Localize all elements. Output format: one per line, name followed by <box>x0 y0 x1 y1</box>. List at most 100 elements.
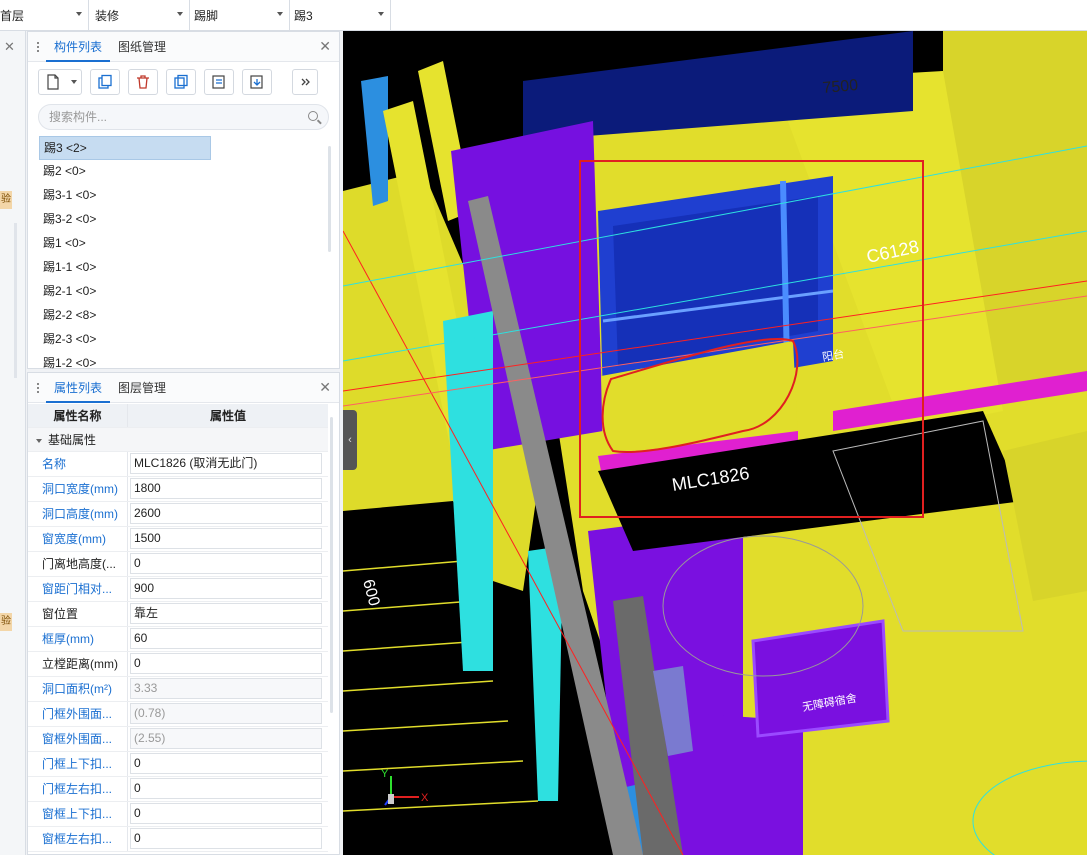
more-icon <box>301 78 310 86</box>
property-value-cell: 900 <box>128 577 328 601</box>
category-dropdown[interactable]: 装修 <box>89 0 190 31</box>
close-icon[interactable]: ✕ <box>319 39 331 53</box>
chevron-down-icon <box>71 80 77 84</box>
tab-component-list[interactable]: 构件列表 <box>46 32 111 62</box>
property-value-field[interactable]: 0 <box>130 553 322 574</box>
property-value-field[interactable]: 0 <box>130 778 322 799</box>
list-item[interactable]: 踢1-1 <0> <box>39 256 211 280</box>
property-row: 洞口宽度(mm) 1800 <box>28 477 328 502</box>
property-value-field[interactable]: 0 <box>130 653 322 674</box>
property-row: 门框左右扣... 0 <box>28 777 328 802</box>
component-toolbar <box>28 62 339 102</box>
drag-handle-icon[interactable] <box>28 41 46 52</box>
tab-drawing-management[interactable]: 图纸管理 <box>110 32 174 62</box>
side-scrollbar[interactable] <box>14 223 17 378</box>
property-value-field[interactable]: 1800 <box>130 478 322 499</box>
chevron-left-icon: ‹ <box>348 434 352 446</box>
property-row: 窗框左右扣... 0 <box>28 827 328 852</box>
property-value-cell: (2.55) <box>128 727 328 751</box>
top-toolbar: 首层 装修 踢脚 踢3 <box>0 0 1087 31</box>
property-name: 窗框外围面... <box>28 727 128 751</box>
list-item[interactable]: 踢2 <0> <box>39 160 211 184</box>
side-tab-1[interactable]: 验 <box>0 191 12 209</box>
property-value-cell: 1500 <box>128 527 328 551</box>
close-icon[interactable]: ✕ <box>4 39 15 55</box>
property-name: 立樘距离(mm) <box>28 652 128 676</box>
tab-layer-management[interactable]: 图层管理 <box>110 373 174 403</box>
import-button[interactable] <box>242 69 272 95</box>
property-value-field[interactable]: 60 <box>130 628 322 649</box>
axis-y-label: Y <box>381 768 389 780</box>
property-value-field[interactable]: 0 <box>130 828 322 849</box>
property-name: 门框上下扣... <box>28 752 128 776</box>
property-name: 窗位置 <box>28 602 128 626</box>
property-name: 窗框上下扣... <box>28 802 128 826</box>
floor-dropdown-label: 首层 <box>0 9 25 23</box>
dimension-top-label: 7500 <box>822 77 859 97</box>
property-value-field[interactable]: 900 <box>130 578 322 599</box>
list-item[interactable]: 踢3 <2> <box>39 136 211 160</box>
floor-dropdown[interactable]: 首层 <box>0 0 89 31</box>
layer-copy-icon <box>212 75 225 89</box>
list-item[interactable]: 踢2-1 <0> <box>39 280 211 304</box>
property-value-field: (2.55) <box>130 728 322 749</box>
component-list: 踢3 <2> 踢2 <0> 踢3-1 <0> 踢3-2 <0> 踢1 <0> 踢1-1 <… <box>39 136 329 376</box>
property-value-field[interactable]: 0 <box>130 753 322 774</box>
search-input[interactable] <box>49 110 289 124</box>
duplicate-button[interactable] <box>166 69 196 95</box>
search-icon[interactable] <box>308 111 318 121</box>
side-tab-2[interactable]: 验 <box>0 613 12 631</box>
property-value-cell: 0 <box>128 777 328 801</box>
tab-property-list[interactable]: 属性列表 <box>46 373 111 403</box>
property-value-cell: 靠左 <box>128 602 328 626</box>
list-item[interactable]: 踢1 <0> <box>39 232 211 256</box>
property-panel: 属性列表 图层管理 ✕ 属性名称 属性值 基础属性 名称 MLC1826 (取消无… <box>27 372 340 855</box>
list-item[interactable]: 踢2-2 <8> <box>39 304 211 328</box>
property-row: 窗框上下扣... 0 <box>28 802 328 827</box>
property-value-field[interactable]: MLC1826 (取消无此门) <box>130 453 322 474</box>
property-name: 洞口高度(mm) <box>28 502 128 526</box>
property-value-field[interactable]: 靠左 <box>130 603 322 624</box>
chevron-down-icon <box>277 12 283 16</box>
property-value-cell: (0.78) <box>128 702 328 726</box>
chevron-down-icon <box>177 12 183 16</box>
property-name: 门框左右扣... <box>28 777 128 801</box>
property-name: 窗框左右扣... <box>28 827 128 851</box>
delete-button[interactable] <box>128 69 158 95</box>
close-icon[interactable]: ✕ <box>319 380 331 394</box>
property-value-field[interactable]: 1500 <box>130 528 322 549</box>
property-value-cell: 0 <box>128 827 328 851</box>
item-dropdown[interactable]: 踢3 <box>290 0 391 31</box>
type-dropdown[interactable]: 踢脚 <box>190 0 290 31</box>
property-scrollbar[interactable] <box>330 417 333 713</box>
property-row: 窗位置 靠左 <box>28 602 328 627</box>
chevron-down-icon <box>76 12 82 16</box>
property-value-cell: 3.33 <box>128 677 328 701</box>
property-name: 名称 <box>28 452 128 476</box>
panel-collapse-handle[interactable]: ‹ <box>343 410 357 470</box>
property-name: 洞口宽度(mm) <box>28 477 128 501</box>
property-row: 门框外围面... (0.78) <box>28 702 328 727</box>
drag-handle-icon[interactable] <box>28 382 46 393</box>
property-value-cell: 0 <box>128 552 328 576</box>
list-item[interactable]: 踢3-2 <0> <box>39 208 211 232</box>
list-scrollbar[interactable] <box>328 146 331 252</box>
new-component-button[interactable] <box>38 69 82 95</box>
property-value-field[interactable]: 0 <box>130 803 322 824</box>
list-item[interactable]: 踢2-3 <0> <box>39 328 211 352</box>
list-item[interactable]: 踢3-1 <0> <box>39 184 211 208</box>
property-value-field[interactable]: 2600 <box>130 503 322 524</box>
3d-viewport[interactable]: 7500 600 C6128 MLC1826 阳台 无障碍宿舍 X Y <box>343 31 1087 855</box>
layer-copy-button[interactable] <box>204 69 234 95</box>
property-row: 洞口高度(mm) 2600 <box>28 502 328 527</box>
property-value-cell: 0 <box>128 652 328 676</box>
copy-button[interactable] <box>90 69 120 95</box>
property-name: 门框外围面... <box>28 702 128 726</box>
component-search <box>38 104 329 130</box>
property-group-basic[interactable]: 基础属性 <box>28 428 328 452</box>
property-row: 门框上下扣... 0 <box>28 752 328 777</box>
more-button[interactable] <box>292 69 318 95</box>
component-list-panel: 构件列表 图纸管理 ✕ 踢3 <2>踢2 <0>踢3-1 <0>踢3-2 <0 <box>27 31 340 370</box>
property-rows: 名称 MLC1826 (取消无此门) 洞口宽度(mm) 1800 洞口高度(mm) 260… <box>28 452 328 852</box>
sign-box <box>751 619 890 738</box>
